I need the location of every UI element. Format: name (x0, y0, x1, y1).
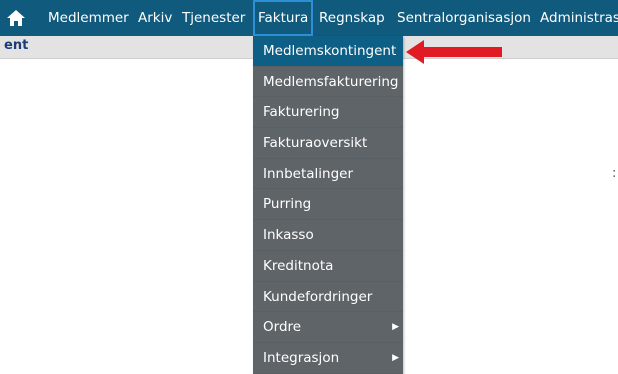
menu-item-purring[interactable]: Purring (253, 189, 403, 221)
menu-item-label: Innbetalinger (263, 165, 354, 182)
top-navigation-bar: Medlemmer Arkiv Tjenester Faktura Regnsk… (0, 0, 618, 36)
menu-item-medlemskontingent[interactable]: Medlemskontingent (253, 36, 403, 67)
menu-item-innbetalinger[interactable]: Innbetalinger (253, 159, 403, 190)
menu-item-integrasjon[interactable]: Integrasjon ▶ (253, 343, 403, 374)
nav-item-regnskap[interactable]: Regnskap (319, 0, 385, 36)
menu-item-inkasso[interactable]: Inkasso (253, 220, 403, 251)
page-title: ent (4, 38, 29, 53)
nav-item-arkiv[interactable]: Arkiv (138, 0, 172, 36)
red-arrow-annotation-icon (406, 40, 502, 64)
menu-item-ordre[interactable]: Ordre ▶ (253, 312, 403, 343)
menu-item-fakturaoversikt[interactable]: Fakturaoversikt (253, 128, 403, 159)
menu-item-label: Kreditnota (263, 257, 334, 274)
menu-item-label: Ordre (263, 319, 302, 336)
menu-item-kundefordringer[interactable]: Kundefordringer (253, 282, 403, 313)
menu-item-medlemsfakturering[interactable]: Medlemsfakturering (253, 67, 403, 98)
nav-item-faktura[interactable]: Faktura (253, 0, 314, 36)
home-icon[interactable] (6, 8, 26, 28)
menu-item-label: Fakturering (263, 104, 340, 121)
submenu-arrow-icon: ▶ (392, 352, 399, 363)
nav-item-administrasjon[interactable]: Administrasjon (540, 0, 618, 36)
menu-item-label: Integrasjon (263, 349, 340, 366)
menu-item-fakturering[interactable]: Fakturering (253, 97, 403, 129)
nav-item-medlemmer[interactable]: Medlemmer (48, 0, 129, 36)
menu-item-label: Medlemsfakturering (263, 73, 399, 90)
menu-item-label: Purring (263, 196, 312, 213)
menu-item-kreditnota[interactable]: Kreditnota (253, 251, 403, 282)
menu-item-label: Fakturaoversikt (263, 135, 368, 152)
submenu-arrow-icon: ▶ (392, 322, 399, 333)
edge-text: : (612, 166, 617, 181)
nav-item-tjenester[interactable]: Tjenester (182, 0, 245, 36)
faktura-dropdown-menu: Medlemskontingent Medlemsfakturering Fak… (253, 36, 403, 374)
menu-item-label: Kundefordringer (263, 288, 373, 305)
nav-item-sentralorganisasjon[interactable]: Sentralorganisasjon (397, 0, 531, 36)
menu-item-label: Inkasso (263, 227, 314, 244)
menu-item-label: Medlemskontingent (263, 43, 397, 59)
